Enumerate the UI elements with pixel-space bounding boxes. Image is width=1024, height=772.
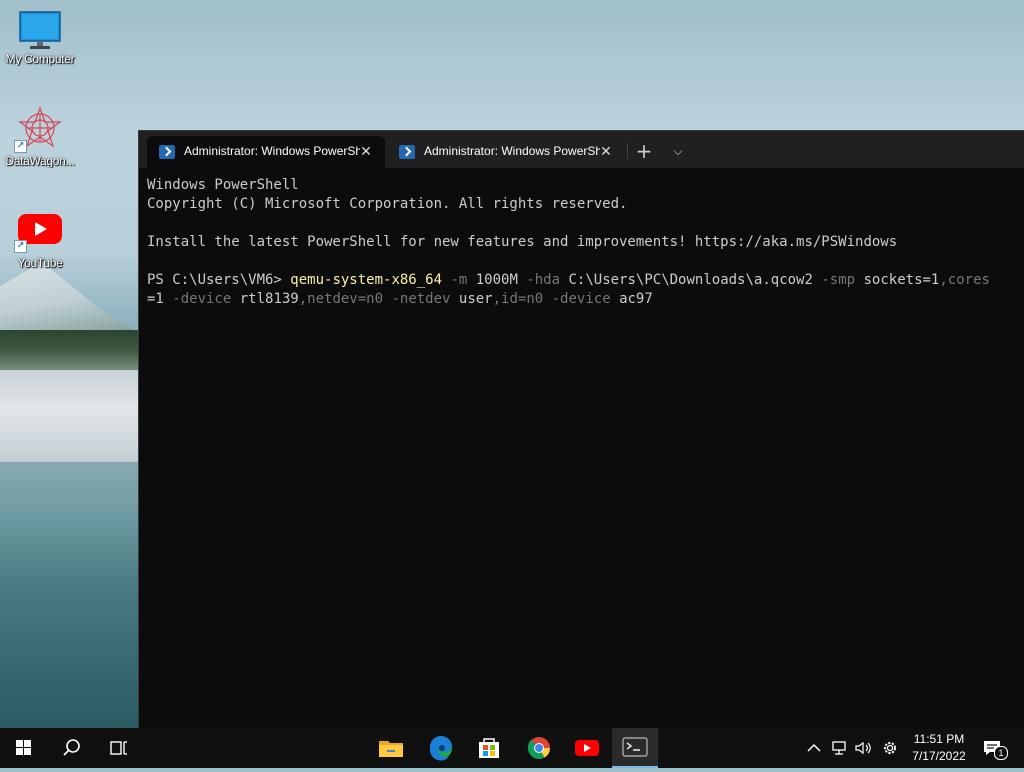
windows-logo-icon — [16, 740, 31, 755]
wallpaper-snow — [0, 370, 140, 465]
notification-count-badge: 1 — [994, 746, 1008, 760]
powershell-icon — [159, 145, 175, 159]
clock[interactable]: 11:51 PM 7/17/2022 — [904, 731, 974, 765]
monitor-icon — [19, 11, 61, 49]
value: sockets=1 — [855, 272, 940, 288]
param: -smp — [812, 272, 856, 288]
desktop-icon-youtube[interactable]: ↗ YouTube — [0, 212, 80, 270]
gear-icon[interactable] — [880, 738, 900, 758]
value: ,id=n0 — [492, 291, 544, 307]
tab-powershell-1[interactable]: Administrator: Windows PowerShell ✕ — [147, 136, 385, 168]
desktop-icon-label: DataWagon... — [5, 154, 75, 168]
clock-time: 11:51 PM — [913, 732, 965, 746]
command-name: qemu-system-x86_64 — [290, 272, 443, 288]
value: ac97 — [610, 291, 653, 307]
volume-icon[interactable] — [853, 738, 873, 758]
close-icon[interactable]: ✕ — [597, 142, 615, 160]
powershell-icon — [399, 145, 415, 159]
task-view-icon — [110, 741, 127, 755]
shortcut-arrow-icon: ↗ — [14, 140, 27, 153]
desktop-icon-my-computer[interactable]: My Computer — [0, 10, 80, 66]
store-icon — [479, 738, 499, 758]
value: ,netdev=n0 — [298, 291, 384, 307]
notifications-button[interactable]: 1 — [982, 738, 1008, 760]
tab-separator — [627, 143, 628, 159]
taskbar-chrome[interactable] — [516, 728, 562, 768]
prompt: PS C:\Users\VM6> — [147, 272, 291, 288]
console-line: Copyright (C) Microsoft Corporation. All… — [147, 196, 628, 212]
new-tab-button[interactable]: + — [633, 141, 655, 161]
value: user — [450, 291, 493, 307]
wallpaper-trees — [0, 330, 140, 370]
value: C:\Users\PC\Downloads\a.qcow2 — [560, 272, 813, 288]
value: rtl8139 — [231, 291, 299, 307]
taskbar-youtube[interactable] — [564, 728, 610, 768]
edge-icon — [429, 735, 452, 761]
search-icon — [63, 739, 80, 756]
console-line: Windows PowerShell — [147, 177, 299, 193]
taskbar-store[interactable] — [466, 728, 512, 768]
console-line: Install the latest PowerShell for new fe… — [147, 234, 898, 250]
shortcut-arrow-icon: ↗ — [14, 240, 27, 253]
terminal-window[interactable]: Administrator: Windows PowerShell ✕ Admi… — [138, 130, 1024, 729]
desktop-icon-datawagon[interactable]: ↗ DataWagon... — [0, 106, 80, 168]
value: =1 — [147, 291, 164, 307]
taskbar-edge[interactable] — [418, 728, 464, 768]
taskbar-file-explorer[interactable] — [368, 728, 414, 768]
desktop-icon-label: YouTube — [17, 256, 63, 270]
task-view-button[interactable] — [96, 728, 142, 768]
param: -netdev — [383, 291, 451, 307]
start-button[interactable] — [0, 728, 46, 768]
wallpaper-lake — [0, 462, 140, 728]
chrome-icon — [527, 737, 550, 759]
value: 1000M — [467, 272, 518, 288]
desktop-icon-label: My Computer — [5, 52, 75, 66]
search-button[interactable] — [48, 728, 94, 768]
network-icon[interactable] — [829, 738, 849, 758]
param: -device — [543, 291, 611, 307]
clock-date: 7/17/2022 — [912, 749, 966, 763]
param: -device — [163, 291, 232, 307]
terminal-icon — [622, 737, 648, 757]
tab-powershell-2[interactable]: Administrator: Windows PowerShell ✕ — [387, 136, 625, 168]
param: -m — [442, 272, 468, 288]
taskbar: 11:51 PM 7/17/2022 1 — [0, 728, 1024, 768]
show-hidden-icons-chevron-icon[interactable] — [804, 738, 824, 758]
console-output[interactable]: Windows PowerShell Copyright (C) Microso… — [147, 176, 1024, 716]
close-icon[interactable]: ✕ — [357, 142, 375, 160]
param: -hda — [517, 272, 561, 288]
tab-dropdown-button[interactable]: ⌵ — [667, 141, 689, 161]
taskbar-terminal[interactable] — [612, 728, 658, 768]
folder-icon — [379, 741, 403, 757]
youtube-icon — [575, 740, 599, 756]
tab-bar: Administrator: Windows PowerShell ✕ Admi… — [139, 131, 1024, 168]
tab-title: Administrator: Windows PowerShell — [424, 144, 600, 158]
tab-title: Administrator: Windows PowerShell — [184, 144, 360, 158]
value: ,cores — [939, 272, 990, 288]
